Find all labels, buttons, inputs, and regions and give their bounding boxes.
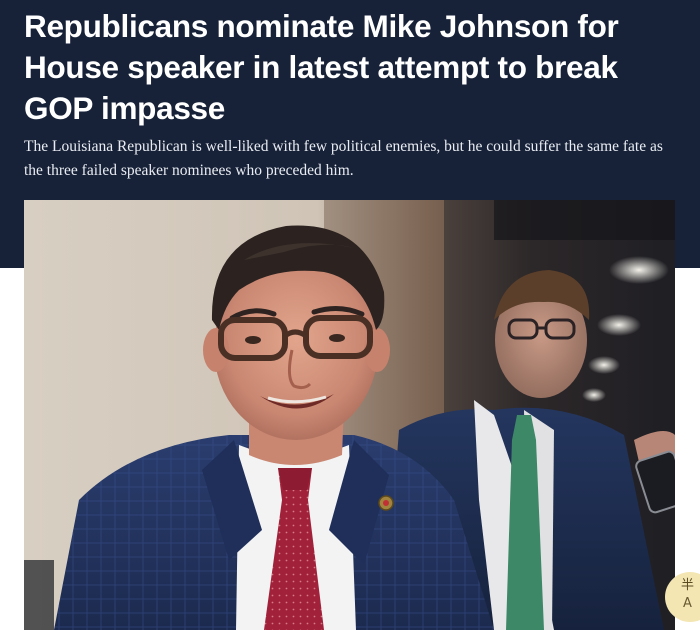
lead-photo-illustration	[24, 200, 675, 630]
widget-glyph: A	[683, 596, 692, 611]
article-dek: The Louisiana Republican is well-liked w…	[24, 138, 663, 179]
widget-glyph: 半	[681, 578, 695, 593]
article-headline: Republicans nominate Mike Johnson for Ho…	[24, 8, 619, 126]
article-page: Republicans nominate Mike Johnson for Ho…	[0, 0, 700, 630]
floating-helper-widget[interactable]: 半 A	[661, 566, 700, 622]
lead-photo	[24, 200, 675, 630]
